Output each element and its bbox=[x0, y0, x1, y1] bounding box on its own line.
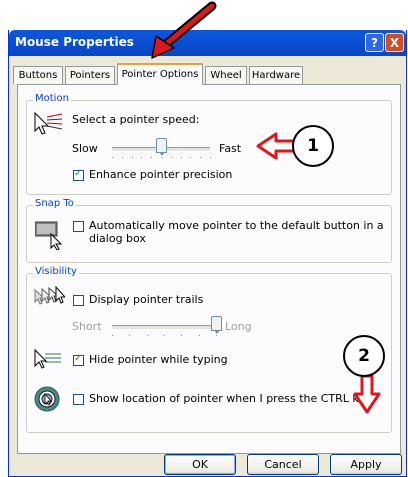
tab-arrow-annotation bbox=[151, 1, 217, 59]
callout-2: 2 bbox=[343, 335, 385, 377]
speed-arrow-annotation bbox=[256, 132, 296, 160]
tab-pointer-options[interactable]: Pointer Options bbox=[117, 63, 203, 85]
ctrl-arrow-annotation bbox=[353, 374, 381, 414]
annotation-overlay bbox=[151, 1, 381, 414]
callout-1: 1 bbox=[292, 125, 334, 167]
